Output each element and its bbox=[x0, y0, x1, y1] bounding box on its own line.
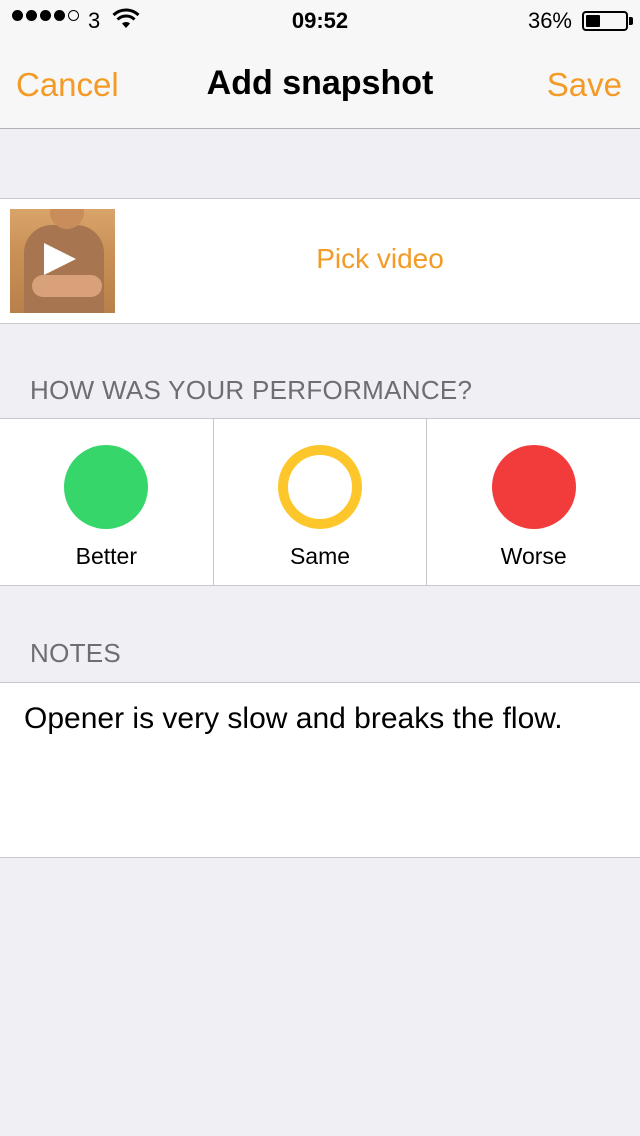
performance-worse-option[interactable]: Worse bbox=[427, 419, 640, 585]
better-circle-icon bbox=[64, 445, 149, 529]
top-bar: 3 09:52 36% Cancel Add snapshot Save bbox=[0, 0, 640, 129]
page-title: Add snapshot bbox=[206, 64, 434, 102]
performance-better-option[interactable]: Better bbox=[0, 419, 214, 585]
pick-video-button[interactable]: Pick video bbox=[160, 243, 600, 275]
worse-label: Worse bbox=[500, 543, 567, 569]
status-bar: 3 09:52 36% bbox=[0, 0, 640, 40]
performance-options: Better Same Worse bbox=[0, 418, 640, 586]
notes-text[interactable]: Opener is very slow and breaks the flow. bbox=[24, 699, 604, 739]
worse-circle-icon bbox=[491, 445, 576, 529]
battery-percentage: 36% bbox=[527, 8, 572, 33]
performance-section-header: HOW WAS YOUR PERFORMANCE? bbox=[30, 375, 473, 405]
better-label: Better bbox=[75, 543, 138, 569]
same-ring-icon bbox=[278, 445, 362, 529]
save-button[interactable]: Save bbox=[547, 66, 622, 104]
navigation-bar: Cancel Add snapshot Save bbox=[0, 40, 640, 128]
notes-section-header: NOTES bbox=[30, 638, 122, 668]
performance-same-option[interactable]: Same bbox=[214, 419, 428, 585]
battery-icon bbox=[582, 11, 628, 31]
play-icon bbox=[44, 243, 76, 275]
video-thumbnail[interactable] bbox=[10, 209, 115, 313]
same-label: Same bbox=[289, 543, 351, 569]
video-picker-row[interactable]: Pick video bbox=[0, 198, 640, 324]
battery-tip bbox=[629, 17, 633, 25]
notes-field[interactable]: Opener is very slow and breaks the flow. bbox=[0, 682, 640, 858]
